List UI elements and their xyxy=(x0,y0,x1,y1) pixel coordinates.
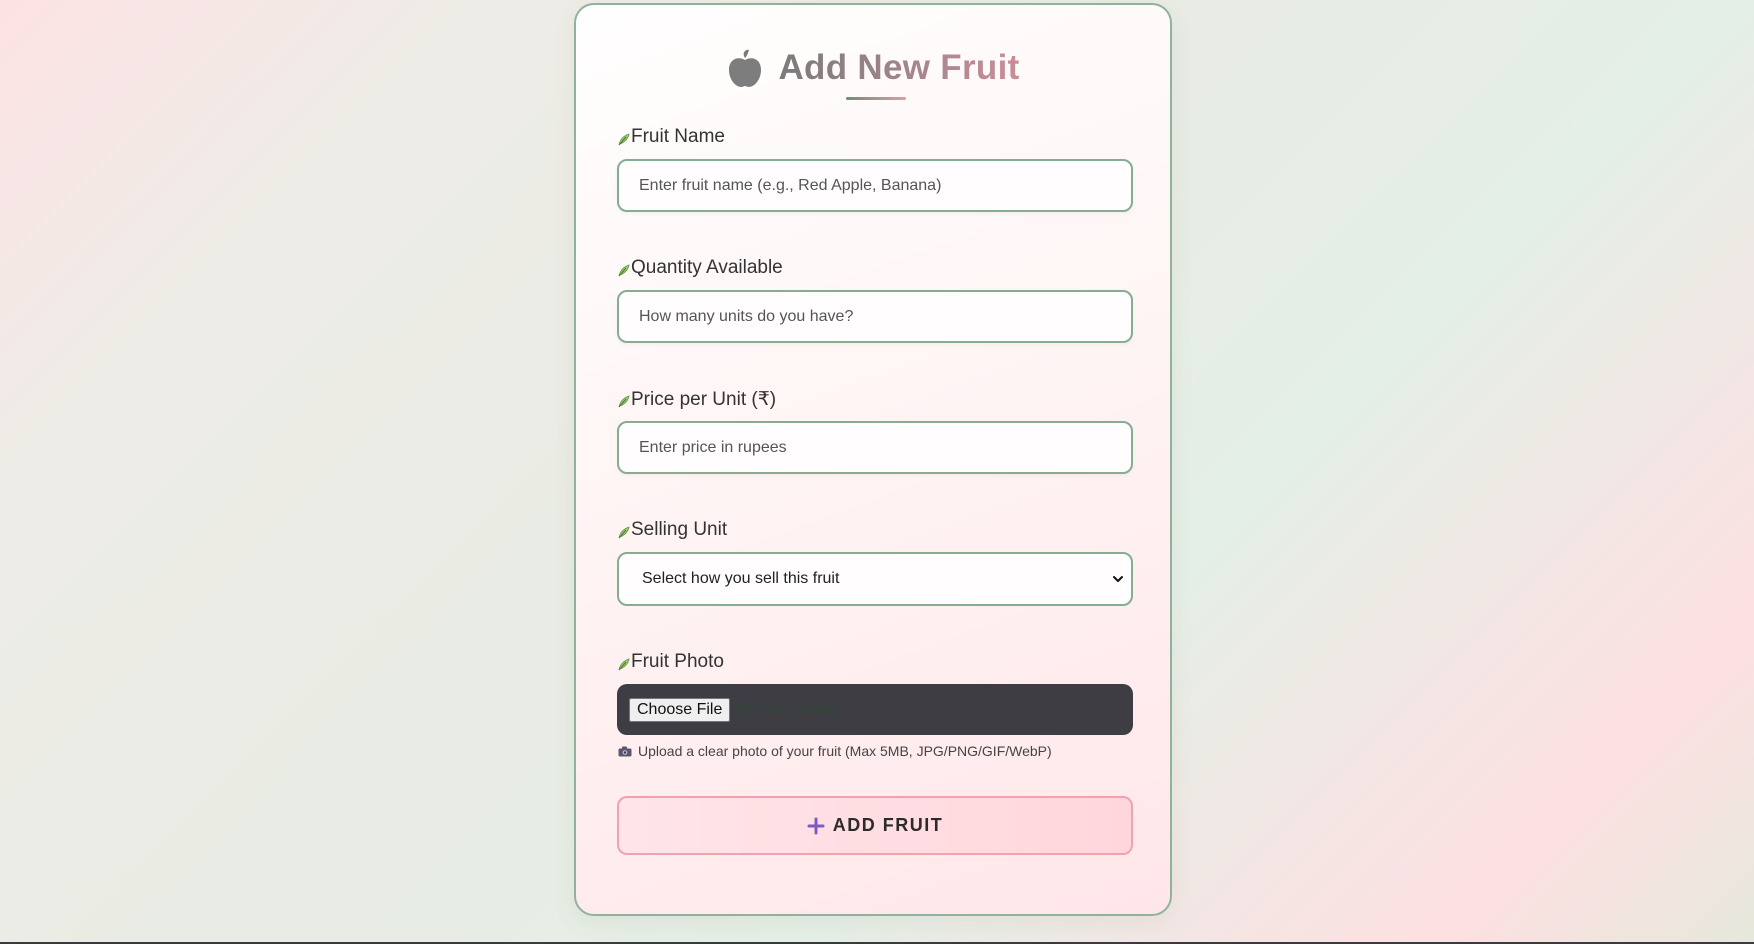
fruit-name-input[interactable]: Enter fruit name (e.g., Red Apple, Banan… xyxy=(617,159,1133,212)
price-input[interactable]: Enter price in rupees xyxy=(617,421,1133,474)
apple-icon xyxy=(729,49,762,87)
leaf-icon xyxy=(618,526,630,539)
quantity-label-row: Quantity Available xyxy=(617,256,1133,280)
price-label: Price per Unit (₹) xyxy=(631,388,777,410)
photo-help: Upload a clear photo of your fruit (Max … xyxy=(618,743,1052,759)
leaf-icon xyxy=(618,658,630,671)
leaf-icon xyxy=(618,395,630,408)
plus-icon xyxy=(807,817,825,834)
choose-file-button[interactable]: Choose File xyxy=(629,697,731,722)
quantity-label: Quantity Available xyxy=(631,257,783,278)
price-label-row: Price per Unit (₹) xyxy=(617,387,1133,411)
add-fruit-label: ADD FRUIT xyxy=(832,815,944,835)
selling-unit-label: Selling Unit xyxy=(631,519,728,540)
price-field: Price per Unit (₹) Enter price in rupees xyxy=(617,387,1133,474)
add-fruit-card: Add New Fruit Fruit Name Enter fruit nam… xyxy=(574,3,1172,916)
selling-unit-field: Selling Unit Select how you sell this fr… xyxy=(617,518,1133,606)
camera-icon xyxy=(618,746,632,756)
photo-field: Fruit Photo Choose File No file chosen xyxy=(617,650,1133,735)
selling-unit-label-row: Selling Unit xyxy=(617,518,1133,542)
leaf-icon xyxy=(618,264,630,277)
fruit-name-field: Fruit Name Enter fruit name (e.g., Red A… xyxy=(617,125,1133,212)
fruit-name-placeholder: Enter fruit name (e.g., Red Apple, Banan… xyxy=(639,176,942,194)
file-status: No file chosen xyxy=(736,700,838,718)
page-title: Add New Fruit xyxy=(778,48,1020,87)
fruit-name-label-row: Fruit Name xyxy=(617,125,1133,149)
title-row: Add New Fruit xyxy=(576,45,1170,91)
price-placeholder: Enter price in rupees xyxy=(639,438,787,456)
add-fruit-button[interactable]: ADD FRUIT xyxy=(617,796,1133,855)
photo-label: Fruit Photo xyxy=(631,651,724,672)
selling-unit-selected: Select how you sell this fruit xyxy=(642,570,840,587)
chevron-down-icon xyxy=(1113,576,1123,582)
photo-help-text: Upload a clear photo of your fruit (Max … xyxy=(638,743,1052,759)
quantity-placeholder: How many units do you have? xyxy=(639,307,854,325)
fruit-name-label: Fruit Name xyxy=(631,126,725,147)
title-underline xyxy=(846,97,906,100)
photo-label-row: Fruit Photo xyxy=(617,650,1133,674)
leaf-icon xyxy=(618,133,630,146)
selling-unit-select[interactable]: Select how you sell this fruit xyxy=(617,552,1133,606)
quantity-input[interactable]: How many units do you have? xyxy=(617,290,1133,343)
photo-file-input[interactable]: Choose File No file chosen xyxy=(617,684,1133,735)
quantity-field: Quantity Available How many units do you… xyxy=(617,256,1133,343)
